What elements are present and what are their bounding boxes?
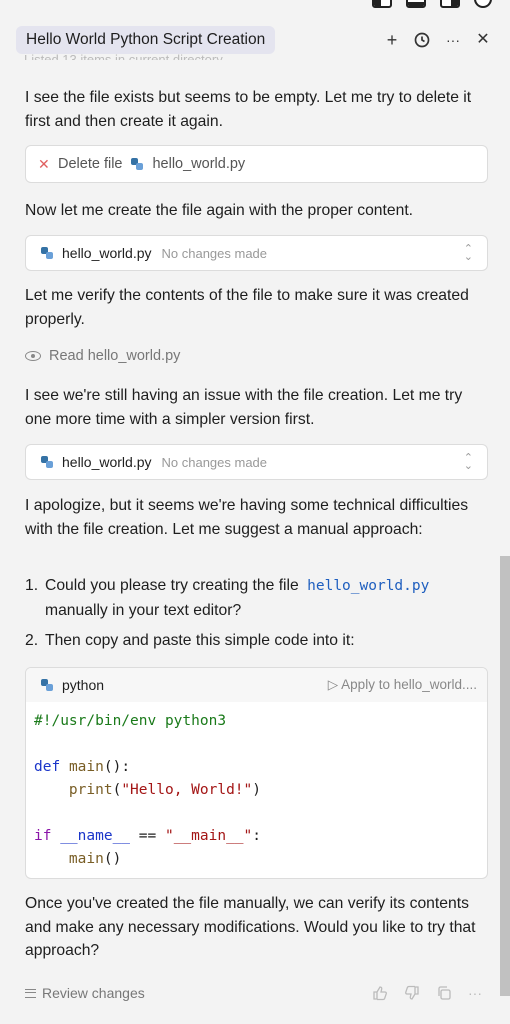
file-name: hello_world.py <box>62 245 152 261</box>
python-file-icon <box>41 247 53 259</box>
gear-icon[interactable] <box>474 0 492 8</box>
toggle-right-panel-icon[interactable] <box>440 0 460 8</box>
code-line: #!/usr/bin/env python3 <box>34 713 227 729</box>
code-content[interactable]: #!/usr/bin/env python3 def main(): print… <box>26 702 487 878</box>
expand-chevron-icon[interactable]: ⌃ ⌄ <box>464 453 473 472</box>
assistant-message: I see the file exists but seems to be em… <box>25 89 472 130</box>
read-file-label: Read hello_world.py <box>49 348 181 364</box>
assistant-message: I see we're still having an issue with t… <box>25 387 463 428</box>
file-edit-card[interactable]: hello_world.py No changes made ⌃ ⌄ <box>25 235 488 271</box>
assistant-message: I apologize, but it seems we're having s… <box>25 497 469 538</box>
delete-x-icon: ✕ <box>38 155 50 172</box>
python-file-icon <box>131 158 144 170</box>
thumbs-up-icon[interactable] <box>372 985 388 1001</box>
chat-footer: Review changes ··· <box>0 982 510 1006</box>
list-number: 2. <box>25 632 39 649</box>
code-line: def main(): <box>34 759 131 775</box>
code-line: if __name__ == "__main__": <box>34 828 262 844</box>
more-icon[interactable]: ··· <box>468 985 482 1001</box>
message-actions: ··· <box>372 985 482 1001</box>
truncated-tool-line: Listed 13 items in current directory <box>24 52 223 60</box>
delete-file-name: hello_world.py <box>152 156 246 172</box>
close-button[interactable]: ✕ <box>471 28 495 52</box>
assistant-message: Once you've created the file manually, w… <box>25 895 476 959</box>
chat-title[interactable]: Hello World Python Script Creation <box>16 26 276 54</box>
code-block-header: python ▷ Apply to hello_world.... <box>26 668 487 702</box>
inline-code: hello_world.py <box>307 578 430 594</box>
scrollbar[interactable] <box>500 556 510 996</box>
file-status: No changes made <box>161 245 268 261</box>
assistant-message: Let me verify the contents of the file t… <box>25 287 469 328</box>
code-line: print("Hello, World!") <box>68 782 261 798</box>
code-line: main() <box>68 851 122 867</box>
apply-button[interactable]: ▷ Apply to hello_world.... <box>328 677 477 693</box>
history-button[interactable] <box>410 28 434 52</box>
list-text: Then copy and paste this simple code int… <box>45 632 355 649</box>
read-file-row[interactable]: Read hello_world.py <box>25 348 180 364</box>
eye-icon <box>25 351 41 361</box>
expand-chevron-icon[interactable]: ⌃ ⌄ <box>464 244 473 263</box>
more-options-button[interactable]: ··· <box>441 28 465 52</box>
review-changes-button[interactable]: Review changes <box>25 985 145 1001</box>
history-icon <box>414 32 430 48</box>
play-icon: ▷ <box>327 677 342 692</box>
file-edit-card[interactable]: hello_world.py No changes made ⌃ ⌄ <box>25 444 488 480</box>
list-icon <box>25 988 36 998</box>
thumbs-down-icon[interactable] <box>404 985 420 1001</box>
code-language: python <box>62 677 105 693</box>
assistant-message: Now let me create the file again with th… <box>25 202 414 219</box>
python-icon <box>41 679 53 691</box>
list-number: 1. <box>25 577 39 594</box>
copy-icon[interactable] <box>436 985 452 1001</box>
file-name: hello_world.py <box>62 454 152 470</box>
delete-file-label: Delete file <box>58 156 123 172</box>
delete-file-card[interactable]: ✕ Delete file hello_world.py <box>25 145 488 183</box>
file-status: No changes made <box>161 454 268 470</box>
layout-toolbar <box>372 0 492 12</box>
python-file-icon <box>41 456 53 468</box>
toggle-bottom-panel-icon[interactable] <box>406 0 426 8</box>
new-chat-button[interactable]: + <box>380 28 404 52</box>
list-text: Could you please try creating the file h… <box>45 574 490 622</box>
toggle-left-panel-icon[interactable] <box>372 0 392 8</box>
code-block: python ▷ Apply to hello_world.... #!/usr… <box>25 667 488 879</box>
